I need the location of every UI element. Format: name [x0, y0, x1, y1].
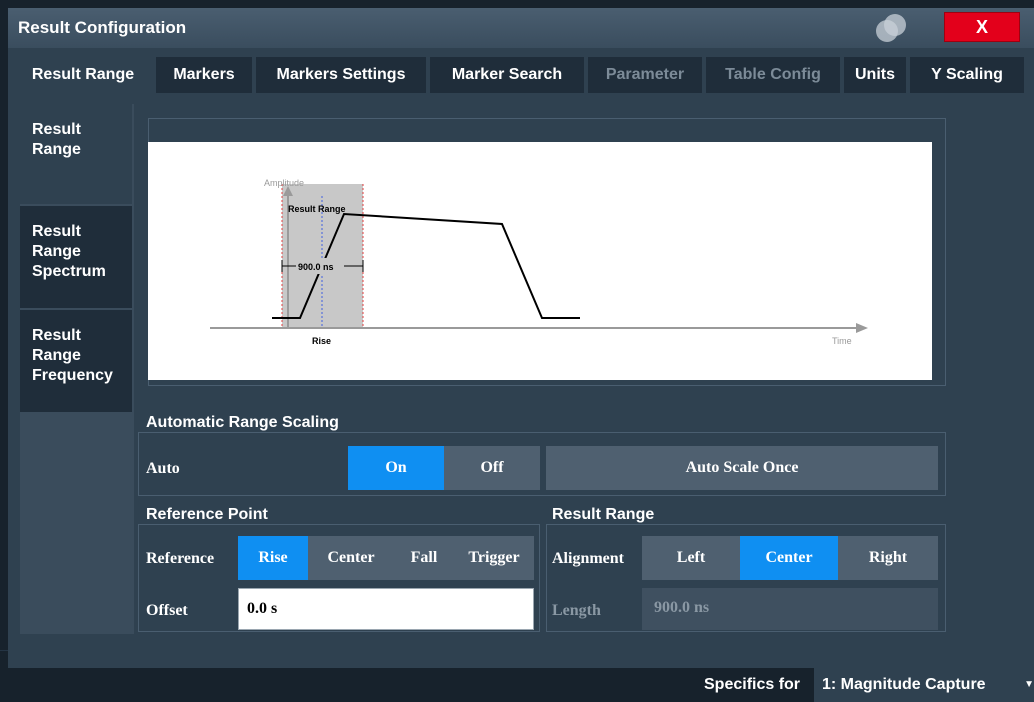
result-range-title: Result Range — [552, 506, 655, 523]
brand-logo-icon — [874, 14, 910, 42]
reference-rise-button[interactable]: Rise — [238, 536, 308, 580]
result-range-panel: Amplitude Result Range 900.0 ns Rise Tim… — [134, 104, 950, 636]
result-range-diagram: Amplitude Result Range 900.0 ns Rise Tim… — [148, 142, 932, 380]
footer-bar: Specifics for 1: Magnitude Capture ▼ — [8, 668, 1034, 702]
auto-on-button[interactable]: On — [348, 446, 444, 490]
auto-toggle: On Off — [348, 446, 540, 490]
reference-label: Reference — [146, 550, 215, 567]
tab-bar: Result Range Markers Markers Settings Ma… — [8, 53, 1034, 97]
tab-result-range[interactable]: Result Range — [14, 57, 152, 93]
length-label: 900.0 ns — [298, 262, 334, 272]
reference-center-button[interactable]: Center — [308, 536, 394, 580]
subtab-list: Result Range Result Range Spectrum Resul… — [20, 104, 134, 634]
subtab-result-range[interactable]: Result Range — [20, 104, 132, 204]
alignment-left-button[interactable]: Left — [642, 536, 740, 580]
tab-markers-settings[interactable]: Markers Settings — [256, 57, 426, 93]
dialog-title: Result Configuration — [18, 18, 187, 37]
rise-label: Rise — [312, 336, 331, 346]
length-label: Length — [552, 602, 601, 619]
tab-table-config: Table Config — [706, 57, 840, 93]
time-label: Time — [832, 336, 852, 346]
chevron-down-icon: ▼ — [1024, 679, 1034, 690]
pulse-diagram-svg: Amplitude Result Range 900.0 ns Rise Tim… — [210, 178, 868, 346]
reference-fall-button[interactable]: Fall — [394, 536, 454, 580]
subtab-result-range-frequency[interactable]: Result Range Frequency — [20, 310, 132, 412]
alignment-center-button[interactable]: Center — [740, 536, 838, 580]
title-bar: Result Configuration X — [8, 8, 1034, 48]
auto-off-button[interactable]: Off — [444, 446, 540, 490]
specifics-label: Specifics for — [704, 676, 801, 693]
specifics-value: 1: Magnitude Capture — [822, 676, 986, 693]
result-range-label: Result Range — [288, 204, 346, 214]
close-button[interactable]: X — [944, 12, 1020, 42]
alignment-selector: Left Center Right — [642, 536, 938, 580]
tab-marker-search[interactable]: Marker Search — [430, 57, 584, 93]
auto-label: Auto — [146, 460, 180, 477]
alignment-right-button[interactable]: Right — [838, 536, 938, 580]
tab-units[interactable]: Units — [844, 57, 906, 93]
result-configuration-dialog: Result Configuration X Result Range Mark… — [8, 8, 1034, 702]
length-input: 900.0 ns — [642, 588, 938, 630]
specifics-dropdown[interactable]: 1: Magnitude Capture ▼ — [814, 668, 1034, 702]
alignment-label: Alignment — [552, 550, 624, 567]
amplitude-label: Amplitude — [264, 178, 304, 188]
offset-input[interactable]: 0.0 s — [238, 588, 534, 630]
reference-trigger-button[interactable]: Trigger — [454, 536, 534, 580]
reference-point-title: Reference Point — [146, 506, 268, 523]
auto-scale-once-button[interactable]: Auto Scale Once — [546, 446, 938, 490]
tab-markers[interactable]: Markers — [156, 57, 252, 93]
auto-scaling-title: Automatic Range Scaling — [146, 414, 339, 431]
tab-parameter: Parameter — [588, 57, 702, 93]
time-arrow-icon — [856, 323, 868, 333]
subtab-result-range-spectrum[interactable]: Result Range Spectrum — [20, 206, 132, 308]
reference-selector: Rise Center Fall Trigger — [238, 536, 534, 580]
tab-y-scaling[interactable]: Y Scaling — [910, 57, 1024, 93]
offset-label: Offset — [146, 602, 188, 619]
